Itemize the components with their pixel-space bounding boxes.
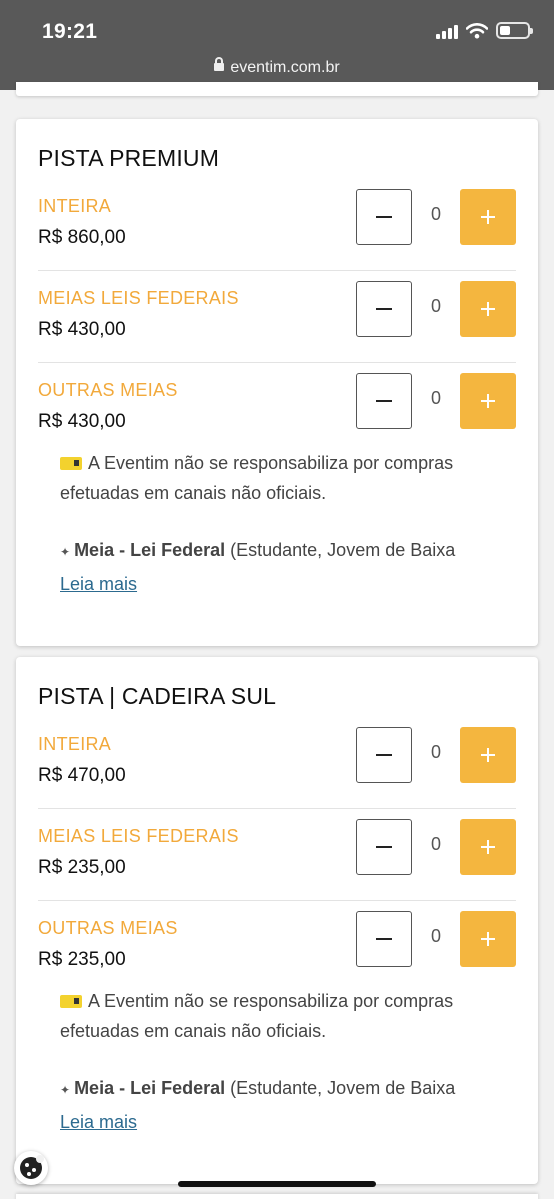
section-title: PISTA | CADEIRA SUL bbox=[38, 683, 277, 709]
quantity-value: 0 bbox=[430, 204, 441, 224]
ticket-price: R$ 860,00 bbox=[38, 227, 126, 248]
status-icons bbox=[436, 22, 533, 39]
ticket-section-card: PISTA PREMIUM INTEIRA R$ 860,00 0 MEIAS … bbox=[16, 119, 538, 646]
ticket-row: INTEIRA R$ 470,00 0 bbox=[38, 727, 516, 826]
info-bold: Meia - Lei Federal bbox=[74, 540, 226, 560]
section-title: PISTA PREMIUM bbox=[38, 145, 220, 171]
notice-text-block: A Eventim não se responsabiliza por comp… bbox=[60, 448, 510, 508]
next-card-edge bbox=[16, 1194, 538, 1199]
cookie-icon bbox=[20, 1155, 44, 1179]
row-divider bbox=[38, 900, 516, 901]
sparkle-icon: ✦ bbox=[60, 1083, 71, 1097]
ticket-icon bbox=[60, 457, 82, 470]
decrease-quantity-button[interactable] bbox=[356, 819, 412, 875]
previous-card-edge bbox=[16, 82, 538, 96]
quantity-value: 0 bbox=[430, 926, 441, 946]
ticket-type-label: OUTRAS MEIAS bbox=[38, 918, 178, 938]
info-text: (Estudante, Jovem de Baixa bbox=[225, 1078, 456, 1098]
increase-quantity-button[interactable] bbox=[460, 911, 516, 967]
cookie-settings-button[interactable] bbox=[14, 1151, 48, 1185]
ticket-price: R$ 470,00 bbox=[38, 765, 126, 786]
info-bold: Meia - Lei Federal bbox=[74, 1078, 226, 1098]
ticket-row: MEIAS LEIS FEDERAIS R$ 430,00 0 bbox=[38, 281, 516, 380]
row-divider bbox=[38, 362, 516, 363]
ticket-icon bbox=[60, 995, 82, 1008]
discount-info: ✦ Meia - Lei Federal (Estudante, Jovem de… bbox=[60, 1078, 530, 1099]
sparkle-icon: ✦ bbox=[60, 545, 71, 559]
decrease-quantity-button[interactable] bbox=[356, 189, 412, 245]
lock-icon bbox=[214, 57, 225, 71]
quantity-value: 0 bbox=[430, 834, 441, 854]
ticket-row: MEIAS LEIS FEDERAIS R$ 235,00 0 bbox=[38, 819, 516, 918]
ticket-type-label: INTEIRA bbox=[38, 734, 112, 754]
ticket-type-label: OUTRAS MEIAS bbox=[38, 380, 178, 400]
ticket-price: R$ 235,00 bbox=[38, 949, 126, 970]
increase-quantity-button[interactable] bbox=[460, 373, 516, 429]
browser-top-bar: 19:21 eventim.com.br bbox=[0, 0, 554, 90]
quantity-value: 0 bbox=[430, 388, 441, 408]
decrease-quantity-button[interactable] bbox=[356, 727, 412, 783]
ticket-row: INTEIRA R$ 860,00 0 bbox=[38, 189, 516, 288]
decrease-quantity-button[interactable] bbox=[356, 373, 412, 429]
signal-icon bbox=[436, 23, 458, 39]
increase-quantity-button[interactable] bbox=[460, 819, 516, 875]
row-divider bbox=[38, 808, 516, 809]
notice-text-block: A Eventim não se responsabiliza por comp… bbox=[60, 986, 510, 1046]
home-indicator bbox=[178, 1181, 376, 1187]
status-time: 19:21 bbox=[42, 20, 98, 43]
notice-text: A Eventim não se responsabiliza por comp… bbox=[60, 453, 454, 503]
ticket-type-label: INTEIRA bbox=[38, 196, 112, 216]
row-divider bbox=[38, 270, 516, 271]
wifi-icon bbox=[466, 22, 488, 38]
battery-icon bbox=[496, 22, 533, 39]
increase-quantity-button[interactable] bbox=[460, 189, 516, 245]
ticket-price: R$ 430,00 bbox=[38, 319, 126, 340]
ticket-type-label: MEIAS LEIS FEDERAIS bbox=[38, 826, 239, 846]
discount-info: ✦ Meia - Lei Federal (Estudante, Jovem de… bbox=[60, 540, 530, 561]
increase-quantity-button[interactable] bbox=[460, 281, 516, 337]
ticket-section-card: PISTA | CADEIRA SUL INTEIRA R$ 470,00 0 … bbox=[16, 657, 538, 1184]
decrease-quantity-button[interactable] bbox=[356, 281, 412, 337]
address-bar[interactable]: eventim.com.br bbox=[0, 57, 554, 77]
read-more-link[interactable]: Leia mais bbox=[60, 1112, 137, 1133]
ticket-price: R$ 235,00 bbox=[38, 857, 126, 878]
url-text: eventim.com.br bbox=[230, 59, 340, 76]
ticket-price: R$ 430,00 bbox=[38, 411, 126, 432]
info-text: (Estudante, Jovem de Baixa bbox=[225, 540, 456, 560]
quantity-value: 0 bbox=[430, 742, 441, 762]
increase-quantity-button[interactable] bbox=[460, 727, 516, 783]
ticket-type-label: MEIAS LEIS FEDERAIS bbox=[38, 288, 239, 308]
read-more-link[interactable]: Leia mais bbox=[60, 574, 137, 595]
notice-text: A Eventim não se responsabiliza por comp… bbox=[60, 991, 454, 1041]
quantity-value: 0 bbox=[430, 296, 441, 316]
decrease-quantity-button[interactable] bbox=[356, 911, 412, 967]
